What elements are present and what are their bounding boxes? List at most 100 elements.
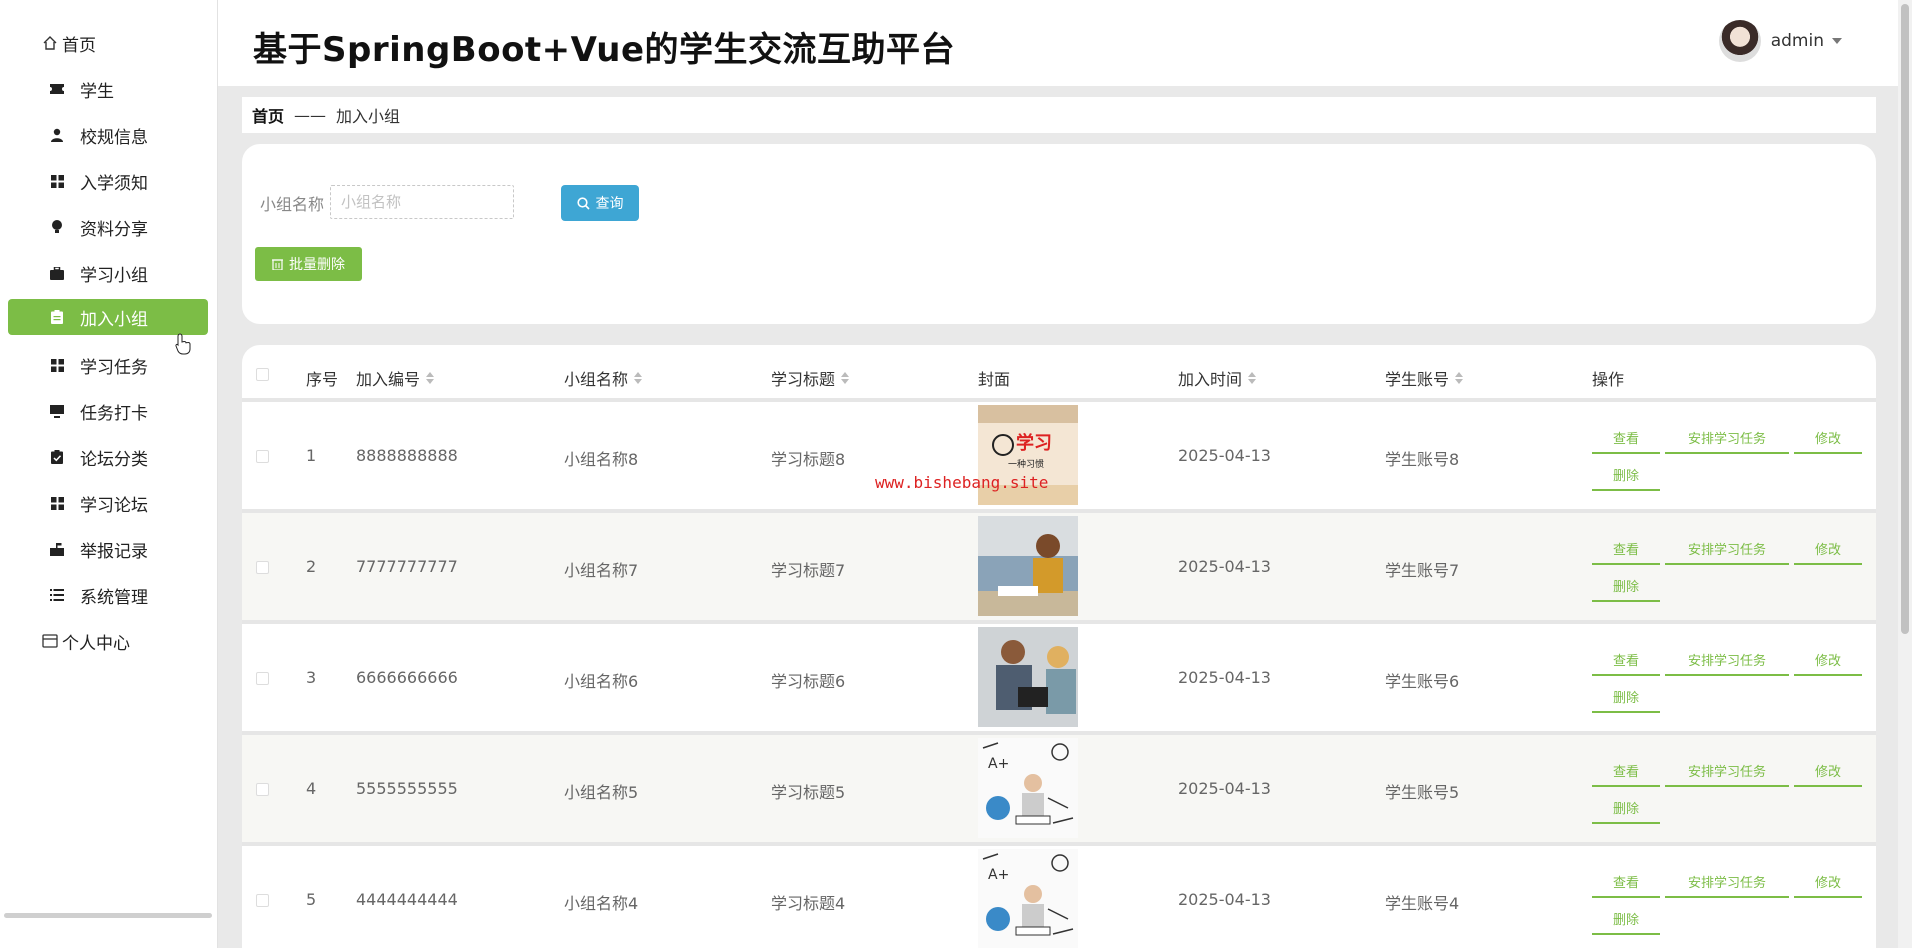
delete-button[interactable]: 删除 [1592, 681, 1660, 713]
sidebar-item-home[interactable]: 首页 [8, 25, 208, 61]
sidebar-item-student[interactable]: 学生 [8, 71, 208, 107]
sidebar-item-label: 学习论坛 [80, 495, 148, 516]
edit-button[interactable]: 修改 [1794, 422, 1862, 454]
delete-button[interactable]: 删除 [1592, 459, 1660, 491]
assign-task-button[interactable]: 安排学习任务 [1665, 422, 1789, 454]
avatar[interactable] [1718, 20, 1761, 62]
header-student-account[interactable]: 学生账号 [1385, 366, 1464, 390]
view-button[interactable]: 查看 [1592, 644, 1660, 676]
cell-index: 3 [306, 668, 317, 687]
cover-image[interactable] [978, 516, 1078, 616]
sidebar-item-label: 个人中心 [62, 633, 130, 654]
cell-index: 4 [306, 779, 317, 798]
view-button[interactable]: 查看 [1592, 866, 1660, 898]
delete-button[interactable]: 删除 [1592, 570, 1660, 602]
sidebar-item-label: 学习小组 [80, 265, 148, 286]
sidebar-item-join-group[interactable]: 加入小组 [8, 299, 208, 335]
cell-join-time: 2025-04-13 [1178, 779, 1271, 798]
row-checkbox[interactable] [256, 672, 269, 685]
header-group-name[interactable]: 小组名称 [564, 366, 643, 390]
cover-sub-text: 一种习惯 [1008, 458, 1044, 470]
cell-index: 1 [306, 446, 317, 465]
header-join-time[interactable]: 加入时间 [1178, 366, 1257, 390]
assign-task-button[interactable]: 安排学习任务 [1665, 644, 1789, 676]
batch-delete-button[interactable]: 批量删除 [255, 247, 362, 281]
view-button[interactable]: 查看 [1592, 755, 1660, 787]
group-name-search-input[interactable] [330, 185, 514, 219]
row-checkbox[interactable] [256, 450, 269, 463]
sort-icon [426, 372, 435, 384]
cell-join-no: 7777777777 [356, 557, 458, 576]
assign-task-button[interactable]: 安排学习任务 [1665, 866, 1789, 898]
cell-study-title: 学习标题6 [771, 672, 846, 691]
card-icon [42, 633, 58, 649]
cell-group-name: 小组名称6 [564, 672, 639, 691]
header-cover: 封面 [978, 370, 1011, 389]
row-checkbox[interactable] [256, 894, 269, 907]
sidebar-item-label: 首页 [62, 35, 96, 56]
cover-image[interactable]: A+ [978, 738, 1078, 838]
cell-student-account: 学生账号8 [1385, 450, 1460, 469]
view-button[interactable]: 查看 [1592, 422, 1660, 454]
clipboard-icon [50, 310, 64, 324]
edit-button[interactable]: 修改 [1794, 755, 1862, 787]
row-checkbox[interactable] [256, 561, 269, 574]
table-row: 1 8888888888 小组名称8 学习标题8 学习 一种习惯 2025-04-13 学生账… [242, 402, 1876, 513]
assign-task-button[interactable]: 安排学习任务 [1665, 533, 1789, 565]
cell-join-no: 6666666666 [356, 668, 458, 687]
sidebar-item-report-record[interactable]: 举报记录 [8, 531, 208, 567]
cover-image[interactable]: A+ [978, 849, 1078, 948]
page-scrollbar[interactable] [1898, 0, 1912, 948]
select-all-checkbox[interactable] [256, 368, 269, 381]
sidebar-item-system-manage[interactable]: 系统管理 [8, 577, 208, 613]
cell-join-time: 2025-04-13 [1178, 890, 1271, 909]
header-join-no[interactable]: 加入编号 [356, 366, 435, 390]
sort-icon [841, 372, 850, 384]
batch-delete-label: 批量删除 [289, 257, 345, 273]
sidebar-item-study-forum[interactable]: 学习论坛 [8, 485, 208, 521]
delete-button[interactable]: 删除 [1592, 792, 1660, 824]
assign-task-button[interactable]: 安排学习任务 [1665, 755, 1789, 787]
edit-button[interactable]: 修改 [1794, 533, 1862, 565]
cover-image[interactable] [978, 627, 1078, 727]
row-checkbox[interactable] [256, 783, 269, 796]
delete-button[interactable]: 删除 [1592, 903, 1660, 935]
cell-student-account: 学生账号5 [1385, 783, 1460, 802]
cell-join-no: 4444444444 [356, 890, 458, 909]
breadcrumb-home[interactable]: 首页 [252, 103, 284, 127]
breadcrumb: 首页 —— 加入小组 [242, 97, 1876, 133]
sidebar-item-task-checkin[interactable]: 任务打卡 [8, 393, 208, 429]
hand-cursor-icon [175, 333, 191, 355]
search-button-label: 查询 [595, 196, 624, 212]
sidebar-item-study-group[interactable]: 学习小组 [8, 255, 208, 291]
page-scrollbar-thumb[interactable] [1901, 4, 1909, 634]
cell-index: 2 [306, 557, 317, 576]
sidebar-scrollbar[interactable] [4, 913, 212, 918]
sidebar-item-label: 任务打卡 [80, 403, 148, 424]
list-icon [50, 588, 64, 602]
header-study-title[interactable]: 学习标题 [771, 366, 850, 390]
sidebar-item-forum-category[interactable]: 论坛分类 [8, 439, 208, 475]
table-row: 5 4444444444 小组名称4 学习标题4 A+ 2025-04-13 学生账号4 查看… [242, 846, 1876, 948]
sidebar-item-rules[interactable]: 校规信息 [8, 117, 208, 153]
top-header: 基于SpringBoot+Vue的学生交流互助平台 admin [218, 0, 1912, 86]
cell-join-no: 8888888888 [356, 446, 458, 465]
user-name[interactable]: admin [1771, 31, 1824, 51]
edit-button[interactable]: 修改 [1794, 644, 1862, 676]
table-row: 2 7777777777 小组名称7 学习标题7 2025-04-13 学生账号7 查看 安排… [242, 513, 1876, 624]
edit-button[interactable]: 修改 [1794, 866, 1862, 898]
cell-study-title: 学习标题4 [771, 894, 846, 913]
user-menu[interactable]: admin [1718, 20, 1842, 62]
caret-down-icon[interactable] [1832, 38, 1842, 44]
sidebar-item-label: 系统管理 [80, 587, 148, 608]
sidebar-item-personal-center[interactable]: 个人中心 [8, 623, 208, 659]
ticket-icon [50, 82, 64, 96]
search-label: 小组名称 [260, 195, 325, 214]
search-button[interactable]: 查询 [561, 185, 639, 221]
sidebar-item-resource-share[interactable]: 资料分享 [8, 209, 208, 245]
cell-student-account: 学生账号7 [1385, 561, 1460, 580]
cell-join-time: 2025-04-13 [1178, 668, 1271, 687]
view-button[interactable]: 查看 [1592, 533, 1660, 565]
sidebar-item-enroll-notice[interactable]: 入学须知 [8, 163, 208, 199]
cell-group-name: 小组名称8 [564, 450, 639, 469]
